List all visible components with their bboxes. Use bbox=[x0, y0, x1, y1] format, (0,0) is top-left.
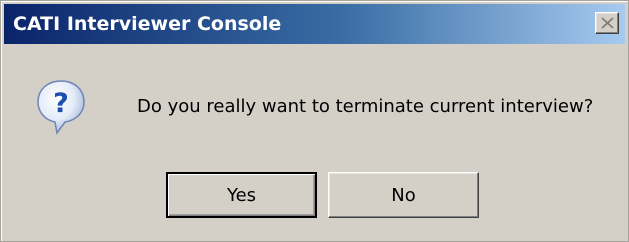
question-icon: ? bbox=[37, 80, 85, 135]
dialog-message: Do you really want to terminate current … bbox=[137, 96, 594, 117]
close-icon bbox=[601, 17, 614, 29]
yes-button[interactable]: Yes bbox=[166, 172, 317, 218]
svg-text:?: ? bbox=[53, 88, 69, 119]
title-bar[interactable]: CATI Interviewer Console bbox=[4, 4, 625, 44]
close-button[interactable] bbox=[595, 12, 619, 34]
dialog-window: CATI Interviewer Console ? Do you really… bbox=[0, 0, 629, 242]
window-title: CATI Interviewer Console bbox=[13, 13, 282, 35]
no-button[interactable]: No bbox=[328, 172, 479, 218]
